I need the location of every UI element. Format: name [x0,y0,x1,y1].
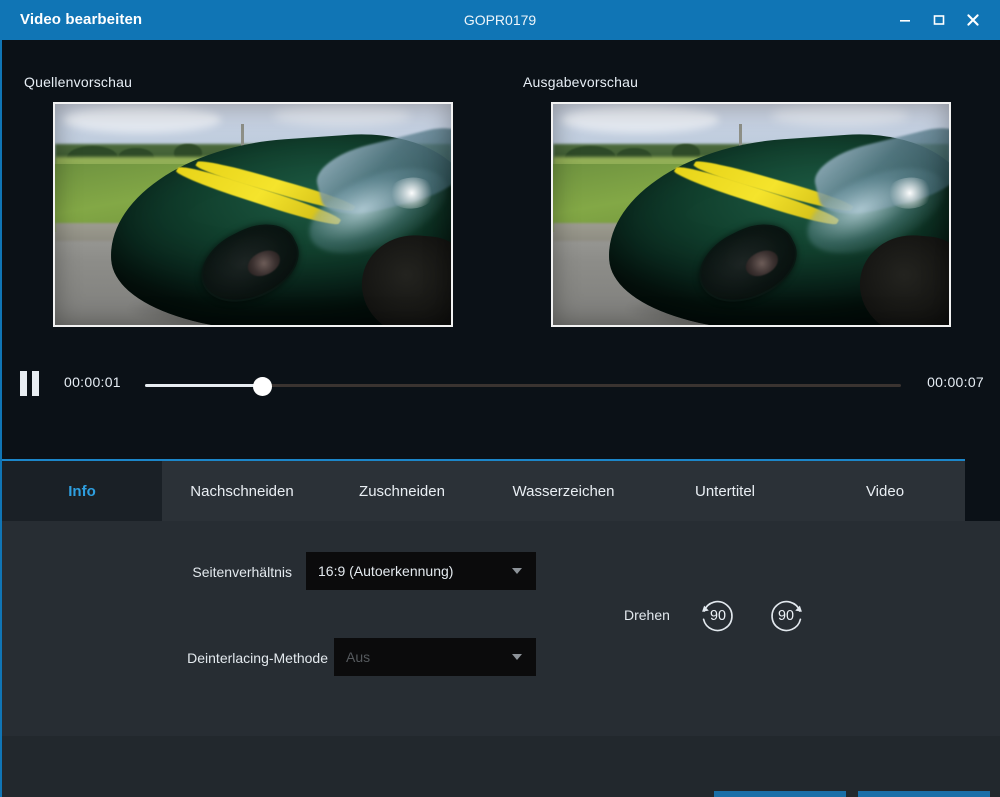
cancel-button[interactable]: Abbrechen [858,791,990,797]
seek-slider[interactable] [145,382,901,390]
video-edit-dialog: Video bearbeiten GOPR0179 Quellenvorscha… [0,0,1000,797]
rotate-ccw-degrees: 90 [710,608,726,624]
seek-fill [145,384,262,387]
rotate-controls: Drehen 90 90 [624,592,834,638]
tab-strip: Info Nachschneiden Zuschneiden Wasserzei… [2,459,965,521]
rotate-counter-clockwise-icon[interactable]: 90 [694,592,740,638]
tab-wasserzeichen[interactable]: Wasserzeichen [482,461,645,521]
rotate-clockwise-icon[interactable]: 90 [764,592,810,638]
output-preview-frame[interactable] [551,102,951,327]
deinterlacing-select[interactable]: Aus [334,638,536,676]
minimize-icon[interactable] [888,3,922,37]
dialog-footer: OK Abbrechen [2,736,1000,797]
pause-icon[interactable] [20,369,46,397]
current-time: 00:00:01 [64,374,121,390]
rotate-label: Drehen [624,607,670,623]
tab-untertitel[interactable]: Untertitel [645,461,805,521]
aspect-ratio-select[interactable]: 16:9 (Autoerkennung) [306,552,536,590]
output-preview-image [553,104,949,325]
title-bar: Video bearbeiten GOPR0179 [0,0,1000,40]
rotate-cw-degrees: 90 [778,608,794,624]
aspect-ratio-label: Seitenverhältnis [62,564,292,580]
source-preview-label: Quellenvorschau [24,74,132,90]
transport-bar: 00:00:01 00:00:07 [2,358,1000,410]
dialog-body: Quellenvorschau Ausgabevorschau [0,40,1000,797]
window-controls [888,0,990,40]
source-preview-image [55,104,451,325]
close-icon[interactable] [956,3,990,37]
chevron-down-icon [512,654,522,660]
seek-thumb[interactable] [253,377,272,396]
source-preview-frame[interactable] [53,102,453,327]
ok-button[interactable]: OK [714,791,846,797]
tab-info[interactable]: Info [2,461,162,521]
output-preview-label: Ausgabevorschau [523,74,638,90]
chevron-down-icon [512,568,522,574]
tab-zuschneiden[interactable]: Zuschneiden [322,461,482,521]
deinterlacing-value: Aus [334,649,512,665]
maximize-icon[interactable] [922,3,956,37]
total-time: 00:00:07 [927,374,984,390]
deinterlacing-label: Deinterlacing-Methode [62,650,328,666]
aspect-ratio-value: 16:9 (Autoerkennung) [306,563,512,579]
window-filename: GOPR0179 [0,12,1000,28]
tab-nachschneiden[interactable]: Nachschneiden [162,461,322,521]
tab-video[interactable]: Video [805,461,965,521]
